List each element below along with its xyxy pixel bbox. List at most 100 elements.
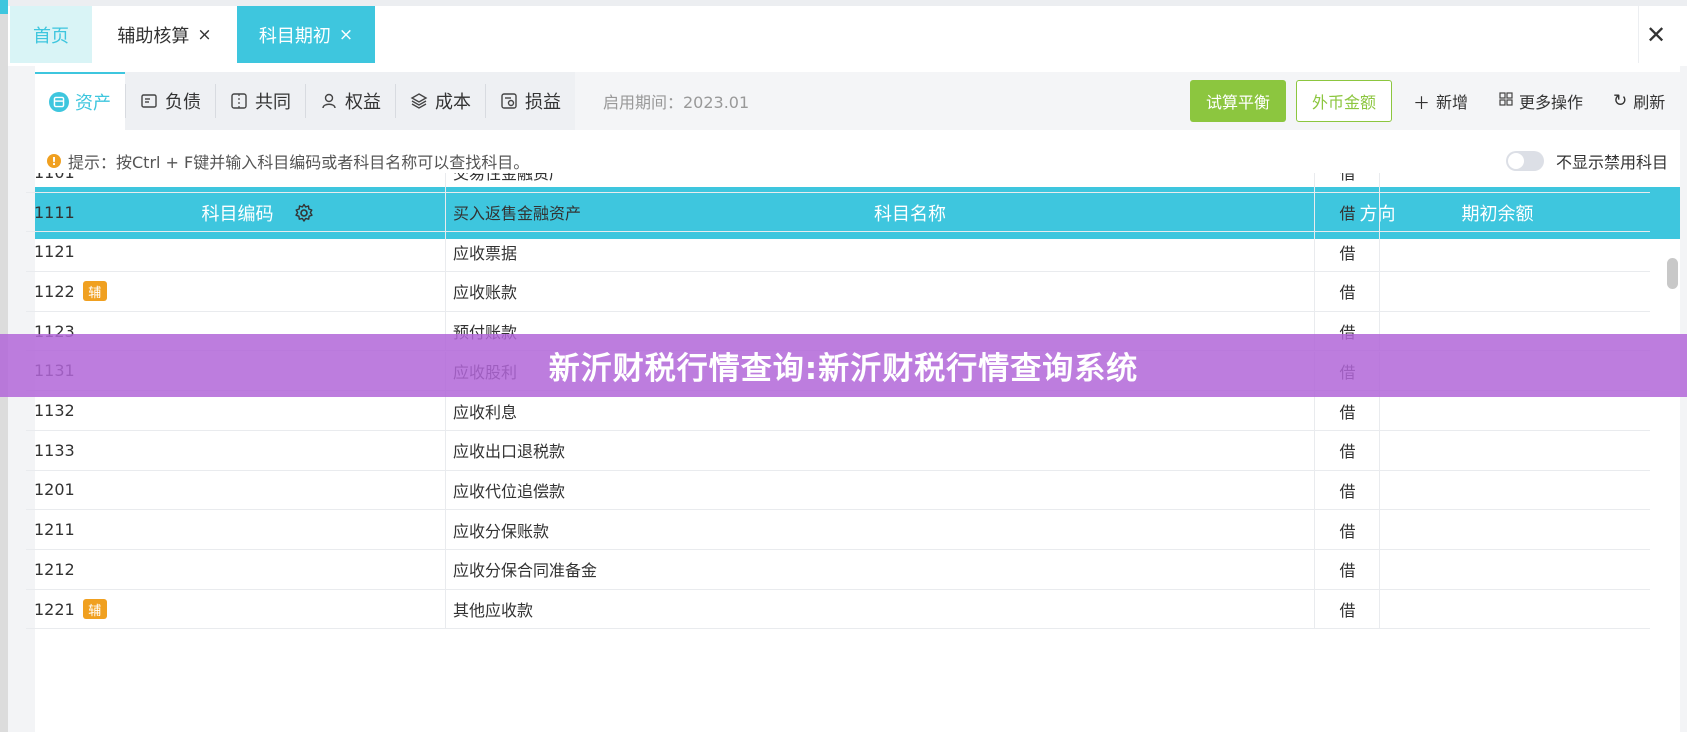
overlay-banner: 新沂财税行情查询:新沂财税行情查询系统: [0, 334, 1687, 397]
account-code: 1122 辅: [34, 272, 444, 311]
aux-accounting-badge[interactable]: 辅: [82, 599, 107, 620]
category-tab-asset[interactable]: 资产: [35, 72, 125, 130]
account-code: 1101: [34, 173, 444, 192]
account-name: 买入返售金融资产: [445, 192, 1314, 232]
account-name: 应收出口退税款: [445, 430, 1314, 470]
plus-icon: ＋: [1413, 93, 1430, 114]
add-label: 新增: [1436, 93, 1469, 112]
search-hint: ! 提示：按Ctrl + F键并输入科目编码或者科目名称可以查找科目。: [47, 148, 529, 174]
more-actions-button[interactable]: 更多操作: [1499, 72, 1583, 130]
balance-direction: 借: [1314, 272, 1380, 311]
category-label: 资产: [75, 93, 111, 114]
account-name: 其他应收款: [445, 589, 1314, 629]
tab-init-label: 科目期初: [258, 25, 331, 47]
hide-disabled-toggle[interactable]: [1505, 151, 1544, 171]
liability-icon: [139, 91, 159, 111]
account-code: 1133: [34, 440, 75, 460]
close-all-icon[interactable]: ✕: [1638, 6, 1673, 63]
category-tab-profit-loss[interactable]: 损益: [485, 72, 575, 130]
account-code: 1111: [34, 202, 75, 222]
category-label: 权益: [345, 92, 381, 113]
cost-icon: [409, 91, 429, 111]
add-button[interactable]: ＋ 新增: [1413, 72, 1468, 130]
balance-direction: 借: [1314, 173, 1380, 192]
category-label: 损益: [525, 92, 561, 113]
warning-icon: !: [47, 154, 61, 168]
trial-balance-button[interactable]: 试算平衡: [1190, 80, 1286, 122]
table-row[interactable]: 1133 应收出口退税款借: [26, 430, 1650, 471]
account-code: 1121: [34, 242, 75, 262]
table-row[interactable]: 1122 辅应收账款借: [26, 272, 1650, 312]
table-row[interactable]: 1101交易性金融资产借: [26, 173, 1650, 193]
category-tabs: 资产 负债 共同 权益 成本 损益: [35, 72, 575, 130]
balance-direction: 借: [1314, 550, 1380, 589]
category-tab-common[interactable]: 共同: [215, 72, 305, 130]
balance-direction: 借: [1314, 510, 1380, 549]
equity-icon: [319, 91, 339, 111]
category-tab-liability[interactable]: 负债: [125, 72, 215, 130]
account-name: 应收代位追偿款: [445, 470, 1314, 510]
scrollbar-thumb[interactable]: [1667, 258, 1678, 289]
table-row[interactable]: 1111 买入返售金融资产借: [26, 192, 1650, 233]
opening-balance-cell[interactable]: [1379, 173, 1650, 192]
category-tab-equity[interactable]: 权益: [305, 72, 395, 130]
tab-opening-balances[interactable]: 科目期初 ×: [237, 6, 375, 63]
account-name: 交易性金融资产: [445, 173, 1314, 192]
balance-direction: 借: [1314, 232, 1380, 272]
close-icon[interactable]: ×: [197, 25, 211, 45]
foreign-currency-button[interactable]: 外币金额: [1296, 80, 1392, 122]
refresh-button[interactable]: ↻ 刷新: [1613, 72, 1665, 130]
account-name: 应收分保账款: [445, 510, 1314, 549]
close-icon[interactable]: ×: [339, 25, 353, 45]
table-row[interactable]: 1211 应收分保账款借: [26, 510, 1650, 550]
profit-loss-icon: [499, 91, 519, 111]
aux-accounting-badge[interactable]: 辅: [82, 281, 107, 302]
account-name: 应收票据: [445, 232, 1314, 272]
opening-balance-cell[interactable]: [1379, 272, 1650, 311]
category-label: 共同: [255, 92, 291, 113]
asset-icon: [49, 92, 69, 112]
hint-text: 提示：按Ctrl + F键并输入科目编码或者科目名称可以查找科目。: [68, 153, 530, 172]
start-period: 启用期间：2023.01: [603, 93, 750, 112]
toolbar: 资产 负债 共同 权益 成本 损益 启用期间：2023.01 试算平衡 外币金额…: [35, 72, 1680, 130]
category-tab-cost[interactable]: 成本: [395, 72, 485, 130]
tab-aux-label: 辅助核算: [117, 25, 190, 47]
account-code: 1212: [34, 559, 75, 579]
tab-bar: 首页 辅助核算 × 科目期初 × ✕: [8, 0, 1687, 66]
opening-balance-cell[interactable]: [1379, 232, 1650, 272]
tab-home-label: 首页: [33, 25, 69, 47]
account-code: 1201: [34, 480, 75, 500]
balance-direction: 借: [1314, 430, 1380, 470]
hide-disabled-toggle-group: 不显示禁用科目: [1505, 148, 1668, 174]
table-row[interactable]: 1121 应收票据借: [26, 232, 1650, 273]
more-label: 更多操作: [1519, 93, 1584, 112]
balance-direction: 借: [1314, 470, 1380, 510]
opening-balance-cell[interactable]: [1379, 430, 1650, 470]
balance-direction: 借: [1314, 589, 1380, 629]
opening-balance-cell[interactable]: [1379, 550, 1650, 589]
table-row[interactable]: 1212 应收分保合同准备金借: [26, 550, 1650, 590]
refresh-icon: ↻: [1613, 91, 1628, 111]
account-name: 应收账款: [445, 272, 1314, 311]
account-code: 1221 辅: [34, 590, 444, 629]
scrollbar-track[interactable]: [1666, 253, 1678, 732]
tab-aux-accounting[interactable]: 辅助核算 ×: [92, 6, 237, 63]
opening-balance-cell[interactable]: [1379, 470, 1650, 510]
opening-balance-cell[interactable]: [1379, 589, 1650, 629]
category-label: 负债: [165, 92, 201, 113]
table-row[interactable]: 1201 应收代位追偿款借: [26, 470, 1650, 511]
table-row[interactable]: 1132 应收利息借: [26, 391, 1650, 431]
table-body: 1101交易性金融资产借1111买入返售金融资产借1121应收票据借1122辅应…: [26, 173, 1650, 666]
opening-balance-cell[interactable]: [1379, 192, 1650, 232]
balance-direction: 借: [1314, 192, 1380, 232]
table-row[interactable]: 1221 辅其他应收款借: [26, 589, 1650, 630]
common-icon: [229, 91, 249, 111]
toggle-label: 不显示禁用科目: [1555, 153, 1668, 172]
account-code: 1211: [34, 520, 75, 540]
refresh-label: 刷新: [1633, 93, 1666, 112]
category-label: 成本: [435, 92, 471, 113]
opening-balance-cell[interactable]: [1379, 510, 1650, 549]
tab-home[interactable]: 首页: [10, 6, 92, 63]
grid-icon: [1499, 91, 1513, 111]
account-name: 应收分保合同准备金: [445, 550, 1314, 589]
